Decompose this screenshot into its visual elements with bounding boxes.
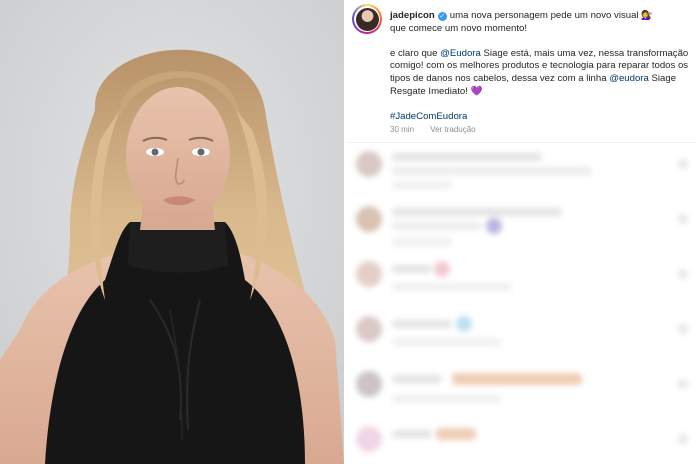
list-item (348, 255, 696, 310)
profile-avatar[interactable] (352, 4, 382, 34)
avatar (356, 426, 382, 452)
verified-badge-icon: ✓ (437, 12, 447, 21)
haircut-emoji-icon: 💇‍♀️ (641, 10, 653, 20)
list-item (348, 365, 696, 420)
list-item (348, 420, 696, 464)
username-link[interactable]: jadepicon (390, 10, 435, 21)
list-item (348, 200, 696, 255)
avatar (356, 206, 382, 232)
post-timestamp: 30 min (390, 125, 415, 134)
avatar (356, 261, 382, 287)
hashtag-link[interactable]: #JadeComEudora (390, 111, 467, 122)
translate-link[interactable]: Ver tradução (430, 125, 475, 134)
like-heart-icon[interactable] (678, 269, 688, 279)
like-heart-icon[interactable] (678, 379, 688, 389)
blurred-comments-list (348, 145, 696, 464)
mention-link-eudora-2[interactable]: @eudora (609, 73, 649, 84)
mention-link-eudora[interactable]: @Eudora (440, 48, 481, 59)
avatar (356, 316, 382, 342)
post-caption: jadepicon ✓ uma nova personagem pede um no… (390, 9, 690, 124)
like-heart-icon[interactable] (678, 434, 688, 444)
like-heart-icon[interactable] (678, 214, 688, 224)
purple-heart-icon: 💜 (470, 85, 483, 97)
like-heart-icon[interactable] (678, 159, 688, 169)
list-item (348, 310, 696, 365)
post-photo (0, 0, 344, 464)
post-meta: 30 min Ver tradução (390, 125, 490, 134)
avatar (356, 371, 382, 397)
instagram-post-panel: jadepicon ✓ uma nova personagem pede um no… (348, 0, 696, 464)
caption-line-1: uma nova personagem pede um novo visual (449, 10, 639, 21)
caption-line-2: que comece um novo momento! (390, 22, 528, 34)
separator (348, 142, 696, 143)
caption-paragraph-2: e claro que @Eudora Siage está, mais uma… (390, 47, 689, 97)
avatar-image (355, 7, 379, 31)
avatar (356, 151, 382, 177)
list-item (348, 145, 696, 200)
like-heart-icon[interactable] (678, 324, 688, 334)
woman-portrait-illustration (0, 0, 344, 464)
